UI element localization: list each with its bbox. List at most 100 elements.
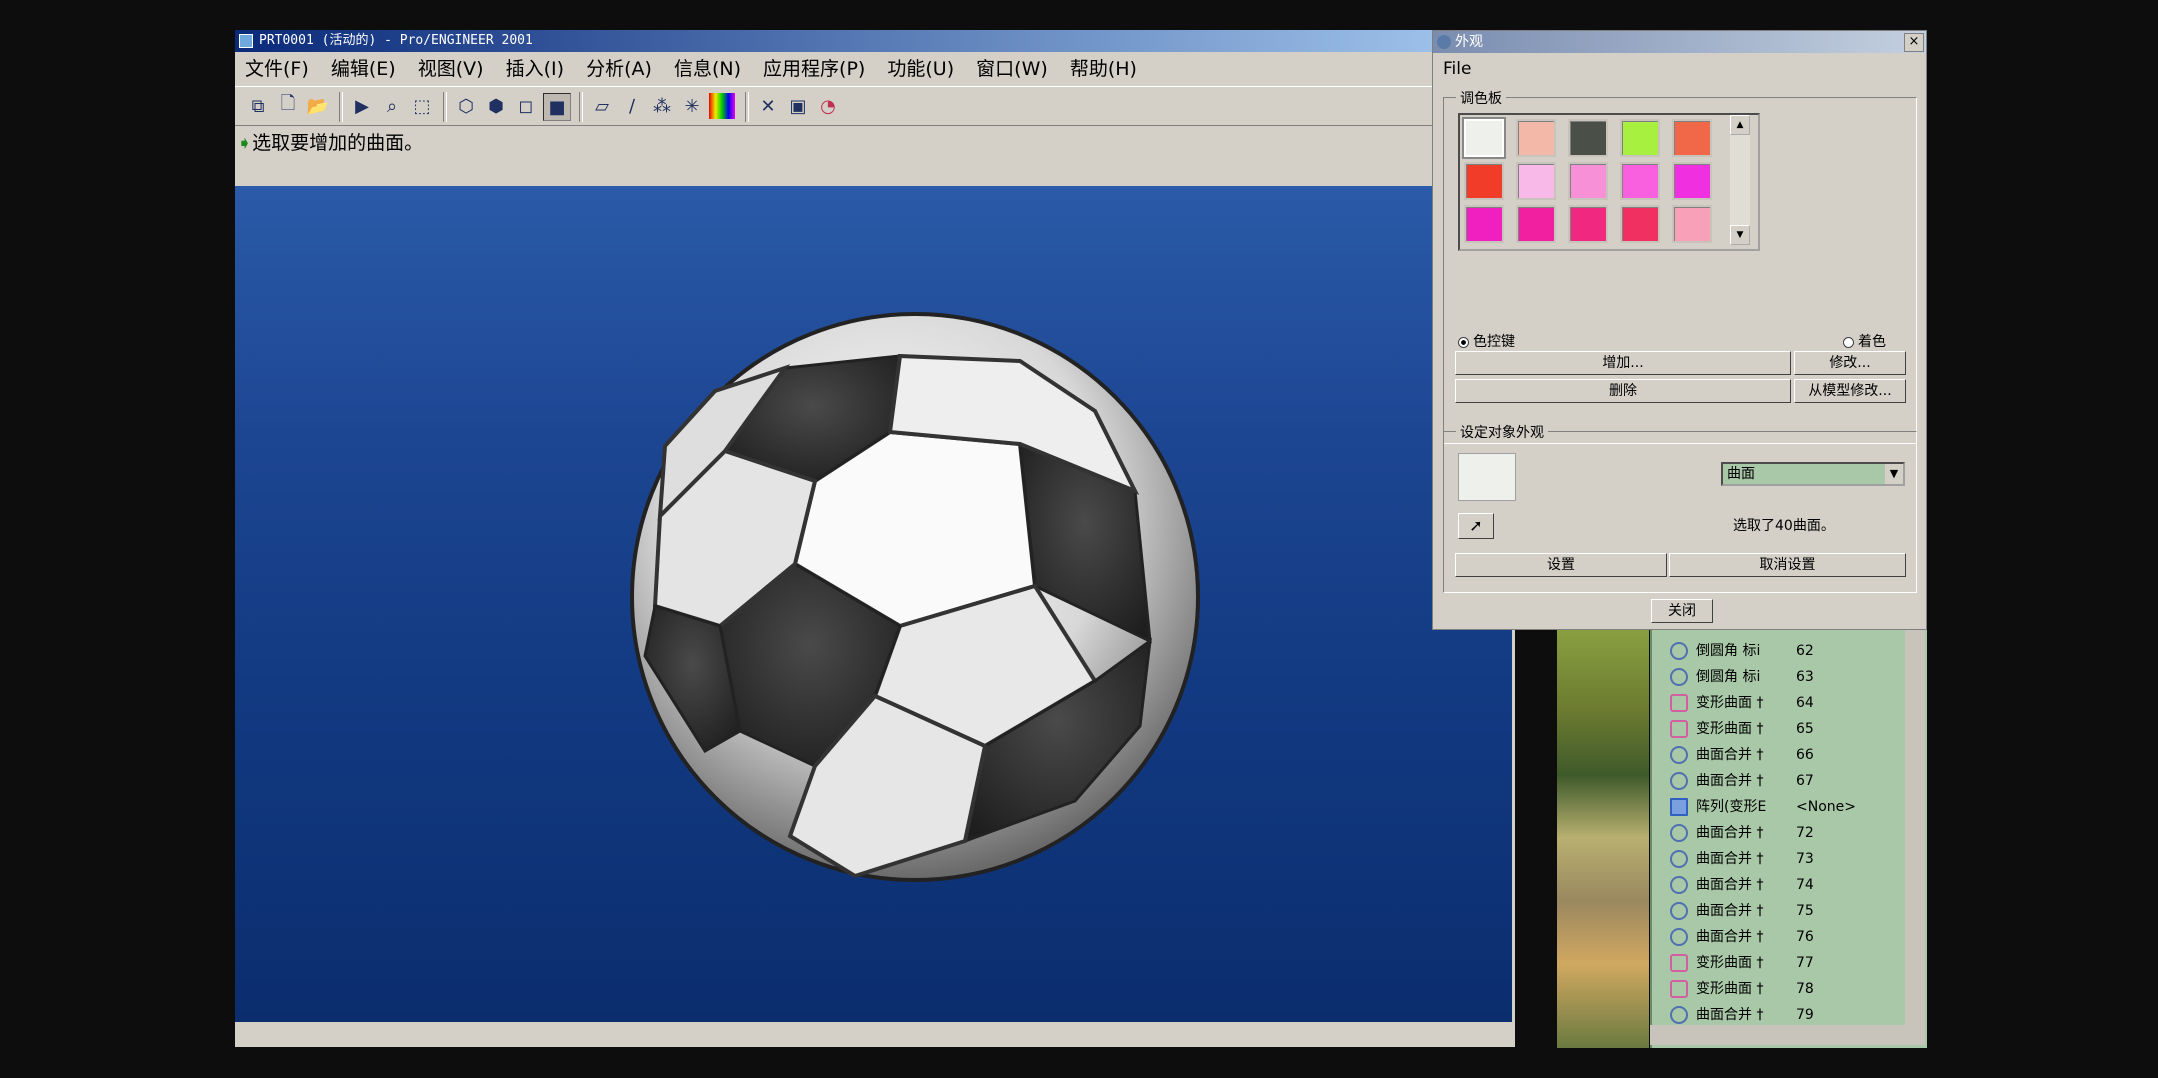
radio-tint[interactable]: 着色 (1843, 331, 1886, 351)
menu-applications[interactable]: 应用程序(P) (763, 58, 865, 80)
tree-row[interactable]: 曲面合并 † 75 (1670, 898, 1920, 924)
merge-feature-icon (1670, 772, 1688, 790)
menu-info[interactable]: 信息(N) (674, 58, 741, 80)
palette-swatch[interactable] (1672, 162, 1712, 200)
delete-button[interactable]: 删除 (1455, 379, 1791, 403)
model-tree[interactable]: 倒圆角 标i 62 倒圆角 标i 63 变形曲面 † 64 变形曲面 † 65 曲面合并 † 66… (1650, 628, 1927, 1048)
shading-icon[interactable]: ■ (543, 93, 571, 121)
tree-row[interactable]: 曲面合并 † 76 (1670, 924, 1920, 950)
tree-row[interactable]: 倒圆角 标i 62 (1670, 638, 1920, 664)
close-button[interactable]: 关闭 (1651, 599, 1713, 623)
open-folder-icon[interactable]: 📂 (305, 93, 331, 119)
main-window: PRT0001 (活动的) - Pro/ENGINEER 2001 文件(F) … (235, 30, 1515, 1047)
menu-help[interactable]: 帮助(H) (1070, 58, 1137, 80)
palette-swatch[interactable] (1464, 162, 1504, 200)
palette-swatch[interactable] (1464, 205, 1504, 243)
no-hidden-icon[interactable]: ◻ (513, 93, 539, 119)
view-zoom-icon[interactable]: ▣ (785, 93, 811, 119)
modify-button[interactable]: 修改... (1794, 351, 1906, 375)
menu-file[interactable]: 文件(F) (245, 58, 309, 80)
tree-row[interactable]: 曲面合并 † 73 (1670, 846, 1920, 872)
tree-row[interactable]: 曲面合并 † 74 (1670, 872, 1920, 898)
spin-center-icon[interactable]: ✕ (755, 93, 781, 119)
tree-row-id: 78 (1796, 981, 1814, 997)
palette-swatch[interactable] (1620, 205, 1660, 243)
tree-row-name: 曲面合并 † (1696, 903, 1764, 919)
close-icon[interactable]: × (1904, 33, 1924, 52)
main-title-bar: PRT0001 (活动的) - Pro/ENGINEER 2001 (235, 30, 1515, 52)
coord-sys-icon[interactable]: ✳ (679, 93, 705, 119)
palette-swatch[interactable] (1516, 162, 1556, 200)
color-palette-icon[interactable] (709, 93, 735, 119)
tree-row-id: 76 (1796, 929, 1814, 945)
warp-feature-icon (1670, 694, 1688, 712)
zoom-icon[interactable]: ⌕ (379, 93, 405, 119)
palette-swatch[interactable] (1464, 119, 1504, 157)
menu-utilities[interactable]: 功能(U) (887, 58, 954, 80)
tree-row-id: 74 (1796, 877, 1814, 893)
dialog-title-bar: 外观 × (1433, 31, 1926, 53)
radio-color-key-label: 色控键 (1473, 334, 1515, 350)
tree-vertical-scrollbar[interactable] (1905, 628, 1925, 1028)
dialog-menu-file[interactable]: File (1443, 59, 1471, 79)
tree-row[interactable]: 变形曲面 † 77 (1670, 950, 1920, 976)
tree-row[interactable]: 变形曲面 † 64 (1670, 690, 1920, 716)
chevron-down-icon[interactable]: ▼ (1885, 464, 1903, 484)
repaint-icon[interactable]: ▶ (349, 93, 375, 119)
datum-axis-icon[interactable]: ∕ (619, 93, 645, 119)
object-type-value: 曲面 (1727, 466, 1755, 482)
palette-swatch[interactable] (1568, 119, 1608, 157)
scroll-down-icon[interactable]: ▼ (1730, 225, 1750, 245)
merge-feature-icon (1670, 746, 1688, 764)
scroll-up-icon[interactable]: ▲ (1730, 115, 1750, 135)
palette-swatch[interactable] (1672, 119, 1712, 157)
tree-row-id: 67 (1796, 773, 1814, 789)
object-type-select[interactable]: 曲面 ▼ (1721, 462, 1905, 486)
tree-horizontal-scrollbar[interactable] (1650, 1025, 1925, 1045)
palette-swatch[interactable] (1620, 162, 1660, 200)
soccer-ball-model[interactable] (235, 186, 1512, 1022)
color-palette[interactable]: ▲ ▼ (1458, 113, 1760, 251)
tree-row[interactable]: 曲面合并 † 67 (1670, 768, 1920, 794)
graphics-viewport[interactable] (235, 186, 1512, 1022)
new-file-icon[interactable]: 🗋 (275, 93, 301, 119)
select-pointer-button[interactable]: ➚ (1458, 513, 1494, 539)
menu-view[interactable]: 视图(V) (418, 58, 484, 80)
modify-from-model-button[interactable]: 从模型修改... (1794, 379, 1906, 403)
menu-analysis[interactable]: 分析(A) (586, 58, 652, 80)
hidden-line-icon[interactable]: ⬢ (483, 93, 509, 119)
add-button[interactable]: 增加... (1455, 351, 1791, 375)
palette-scrollbar[interactable]: ▲ ▼ (1730, 115, 1750, 245)
tree-row[interactable]: 变形曲面 † 65 (1670, 716, 1920, 742)
palette-swatch[interactable] (1568, 205, 1608, 243)
unset-button[interactable]: 取消设置 (1669, 553, 1906, 577)
tree-row-id: <None> (1796, 799, 1856, 815)
tree-row[interactable]: 曲面合并 † 66 (1670, 742, 1920, 768)
tree-row[interactable]: 变形曲面 † 78 (1670, 976, 1920, 1002)
dialog-title: 外观 (1455, 34, 1483, 50)
wireframe-icon[interactable]: ⬡ (453, 93, 479, 119)
tree-row[interactable]: 曲面合并 † 72 (1670, 820, 1920, 846)
radio-color-key[interactable]: 色控键 (1458, 331, 1515, 351)
context-help-icon[interactable]: ◔ (815, 93, 841, 119)
datum-plane-icon[interactable]: ▱ (589, 93, 615, 119)
selection-count-text: 选取了40曲面。 (1733, 518, 1835, 534)
palette-swatch[interactable] (1516, 119, 1556, 157)
tree-row[interactable]: 阵列(变形E <None> (1670, 794, 1920, 820)
tree-row-name: 曲面合并 † (1696, 877, 1764, 893)
palette-swatch[interactable] (1568, 162, 1608, 200)
set-button[interactable]: 设置 (1455, 553, 1667, 577)
palette-swatch[interactable] (1672, 205, 1712, 243)
orient-icon[interactable]: ⬚ (409, 93, 435, 119)
tree-row[interactable]: 倒圆角 标i 63 (1670, 664, 1920, 690)
palette-swatch[interactable] (1620, 119, 1660, 157)
menu-edit[interactable]: 编辑(E) (331, 58, 396, 80)
model-tree-icon[interactable]: ⧉ (245, 93, 271, 119)
menu-window[interactable]: 窗口(W) (976, 58, 1048, 80)
datum-point-icon[interactable]: ⁂ (649, 93, 675, 119)
menu-insert[interactable]: 插入(I) (506, 58, 564, 80)
palette-swatch[interactable] (1516, 205, 1556, 243)
warp-feature-icon (1670, 954, 1688, 972)
merge-feature-icon (1670, 1006, 1688, 1024)
message-area: ➧选取要增加的曲面。 (235, 128, 1515, 178)
